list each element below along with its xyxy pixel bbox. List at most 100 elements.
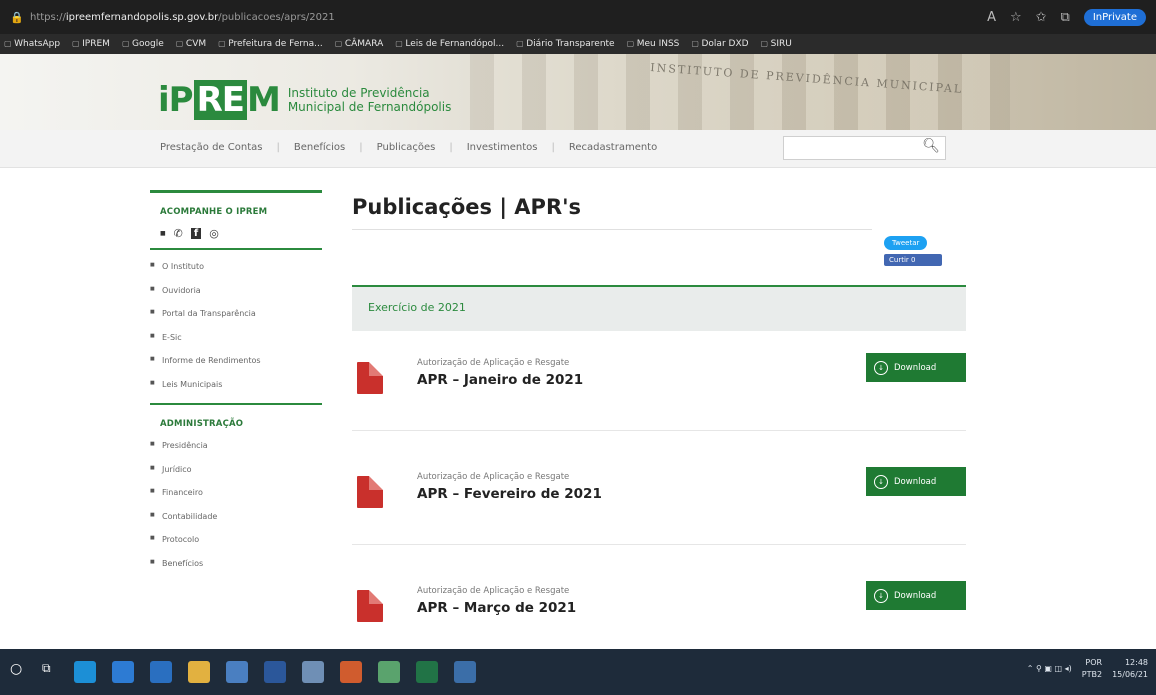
nav-separator: |: [449, 142, 453, 153]
social-links: ■ ✆ f ◎: [160, 227, 325, 240]
windows-taskbar: ○ ⧉ ⌃ ⚲ ▣ ◫ ◂) POR PTB2 12:48 15/06/21: [0, 649, 1156, 695]
entry-divider: [352, 430, 966, 431]
sidebar-item-e-sic[interactable]: E-Sic: [150, 333, 325, 357]
app-icon[interactable]: [226, 661, 248, 683]
pdf-icon: [357, 476, 383, 508]
bookmark-item[interactable]: Dolar DXD: [691, 39, 749, 49]
sidebar-item-protocolo[interactable]: Protocolo: [150, 535, 325, 559]
app-icon[interactable]: [302, 661, 324, 683]
like-button[interactable]: Curtir 0: [884, 254, 942, 266]
entry-divider: [352, 544, 966, 545]
search-icon[interactable]: ○: [10, 661, 26, 683]
search-icon[interactable]: 🔍︎: [922, 138, 940, 154]
explorer-icon[interactable]: [188, 661, 210, 683]
entry-subtitle: Autorização de Aplicação e Resgate: [417, 472, 570, 482]
bookmark-item[interactable]: IPREM: [72, 39, 110, 49]
photos-icon[interactable]: [378, 661, 400, 683]
main-content: Publicações | APR's Tweetar Curtir 0 Exe…: [352, 190, 967, 622]
whatsapp-icon[interactable]: ✆: [174, 227, 183, 240]
language-indicator[interactable]: POR PTB2: [1082, 657, 1102, 681]
excel-icon[interactable]: [416, 661, 438, 683]
download-icon: ↓: [874, 588, 888, 603]
sidebar-item-ouvidoria[interactable]: Ouvidoria: [150, 286, 325, 310]
read-aloud-icon[interactable]: A: [987, 10, 996, 25]
site-logo[interactable]: iP REM Instituto de Previdência Municipal…: [158, 80, 451, 120]
nav-investimentos[interactable]: Investimentos: [467, 142, 538, 153]
download-icon: ↓: [874, 474, 888, 489]
url-path: /publicacoes/aprs/2021: [218, 11, 335, 23]
facebook-icon[interactable]: f: [190, 228, 202, 239]
sidebar-item-informe-rendimentos[interactable]: Informe de Rendimentos: [150, 356, 325, 380]
nav-separator: |: [551, 142, 555, 153]
sidebar-item-financeiro[interactable]: Financeiro: [150, 488, 325, 512]
download-button[interactable]: ↓ Download: [866, 353, 966, 382]
app-icon[interactable]: [454, 661, 476, 683]
entry-title: APR – Janeiro de 2021: [417, 372, 584, 388]
sidebar-rule: [150, 248, 322, 250]
sidebar-item-portal-transparencia[interactable]: Portal da Transparência: [150, 309, 325, 333]
sidebar-rule: [150, 403, 322, 405]
store-icon[interactable]: [112, 661, 134, 683]
edge-icon[interactable]: [74, 661, 96, 683]
bookmark-item[interactable]: Prefeitura de Ferna...: [218, 39, 323, 49]
sidebar-item-presidencia[interactable]: Presidência: [150, 441, 325, 465]
sidebar-item-o-instituto[interactable]: O Instituto: [150, 262, 325, 286]
site-banner: INSTITUTO DE PREVIDÊNCIA MUNICIPAL iP REM…: [0, 54, 1156, 130]
sidebar-item-beneficios[interactable]: Benefícios: [150, 559, 325, 583]
browser-toolbar: A ☆ ✩ ⧉ InPrivate: [987, 8, 1146, 26]
download-button[interactable]: ↓ Download: [866, 467, 966, 496]
institute-name-line1: Instituto de Previdência: [287, 86, 430, 100]
main-nav: Prestação de Contas | Benefícios | Publi…: [0, 130, 1156, 168]
logo-text: Instituto de Previdência Municipal de Fe…: [288, 86, 452, 114]
bookmark-item[interactable]: WhatsApp: [4, 39, 60, 49]
clock[interactable]: 12:48 15/06/21: [1112, 657, 1148, 681]
inprivate-badge[interactable]: InPrivate: [1083, 8, 1146, 26]
search-input[interactable]: [784, 138, 914, 161]
instagram-icon[interactable]: ◎: [209, 227, 219, 240]
word-icon[interactable]: [264, 661, 286, 683]
admin-links: Presidência Jurídico Financeiro Contabil…: [150, 441, 325, 582]
entry-title: APR – Março de 2021: [417, 600, 577, 616]
bookmarks-bar: WhatsApp IPREM Google CVM Prefeitura de …: [0, 34, 1156, 54]
sidebar-item-leis-municipais[interactable]: Leis Municipais: [150, 380, 325, 404]
bookmark-item[interactable]: CVM: [176, 39, 206, 49]
bookmark-item[interactable]: Diário Transparente: [516, 39, 614, 49]
share-buttons: Tweetar Curtir 0: [884, 230, 942, 266]
nav-separator: |: [359, 142, 363, 153]
sidebar: ACOMPANHE O IPREM ■ ✆ f ◎ O Instituto Ou…: [150, 190, 325, 582]
nav-recadastramento[interactable]: Recadastramento: [569, 142, 657, 153]
sidebar-item-juridico[interactable]: Jurídico: [150, 465, 325, 489]
bookmark-item[interactable]: CÂMARA: [335, 39, 383, 49]
nav-separator: |: [276, 142, 280, 153]
nav-beneficios[interactable]: Benefícios: [294, 142, 345, 153]
download-button[interactable]: ↓ Download: [866, 581, 966, 610]
app-icon[interactable]: [340, 661, 362, 683]
collections-icon[interactable]: ⧉: [1061, 10, 1070, 25]
bookmark-item[interactable]: Google: [122, 39, 164, 49]
browser-address-bar: 🔒 https://ipreemfernandopolis.sp.gov.br/…: [0, 0, 1156, 34]
task-view-icon[interactable]: ⧉: [42, 661, 58, 683]
lock-icon: 🔒: [10, 10, 24, 24]
url-domain: ipreemfernandopolis.sp.gov.br: [65, 11, 219, 23]
nav-publicacoes[interactable]: Publicações: [377, 142, 436, 153]
favorites-icon[interactable]: ✩: [1036, 10, 1047, 25]
bookmark-item[interactable]: Leis de Fernandópol...: [395, 39, 504, 49]
url-field[interactable]: https://ipreemfernandopolis.sp.gov.br/pu…: [30, 12, 987, 23]
sidebar-item-contabilidade[interactable]: Contabilidade: [150, 512, 325, 536]
outlook-icon[interactable]: [150, 661, 172, 683]
bookmark-item[interactable]: Meu INSS: [627, 39, 680, 49]
download-label: Download: [894, 590, 937, 601]
download-icon: ↓: [874, 360, 888, 375]
nav-prestacao-de-contas[interactable]: Prestação de Contas: [160, 142, 262, 153]
bookmark-item[interactable]: SIRU: [761, 39, 792, 49]
favorite-icon[interactable]: ☆: [1010, 10, 1022, 25]
entry-subtitle: Autorização de Aplicação e Resgate: [417, 586, 570, 596]
year-label: Exercício de 2021: [368, 301, 466, 314]
pdf-icon: [357, 590, 383, 622]
publication-entry: Autorização de Aplicação e Resgate APR –…: [352, 353, 966, 424]
year-section-header: Exercício de 2021: [352, 285, 966, 331]
tweet-button[interactable]: Tweetar: [884, 236, 928, 250]
sidebar-links: O Instituto Ouvidoria Portal da Transpar…: [150, 262, 325, 403]
tray-icons[interactable]: ⌃ ⚲ ▣ ◫ ◂): [1027, 663, 1072, 675]
download-label: Download: [894, 476, 937, 487]
